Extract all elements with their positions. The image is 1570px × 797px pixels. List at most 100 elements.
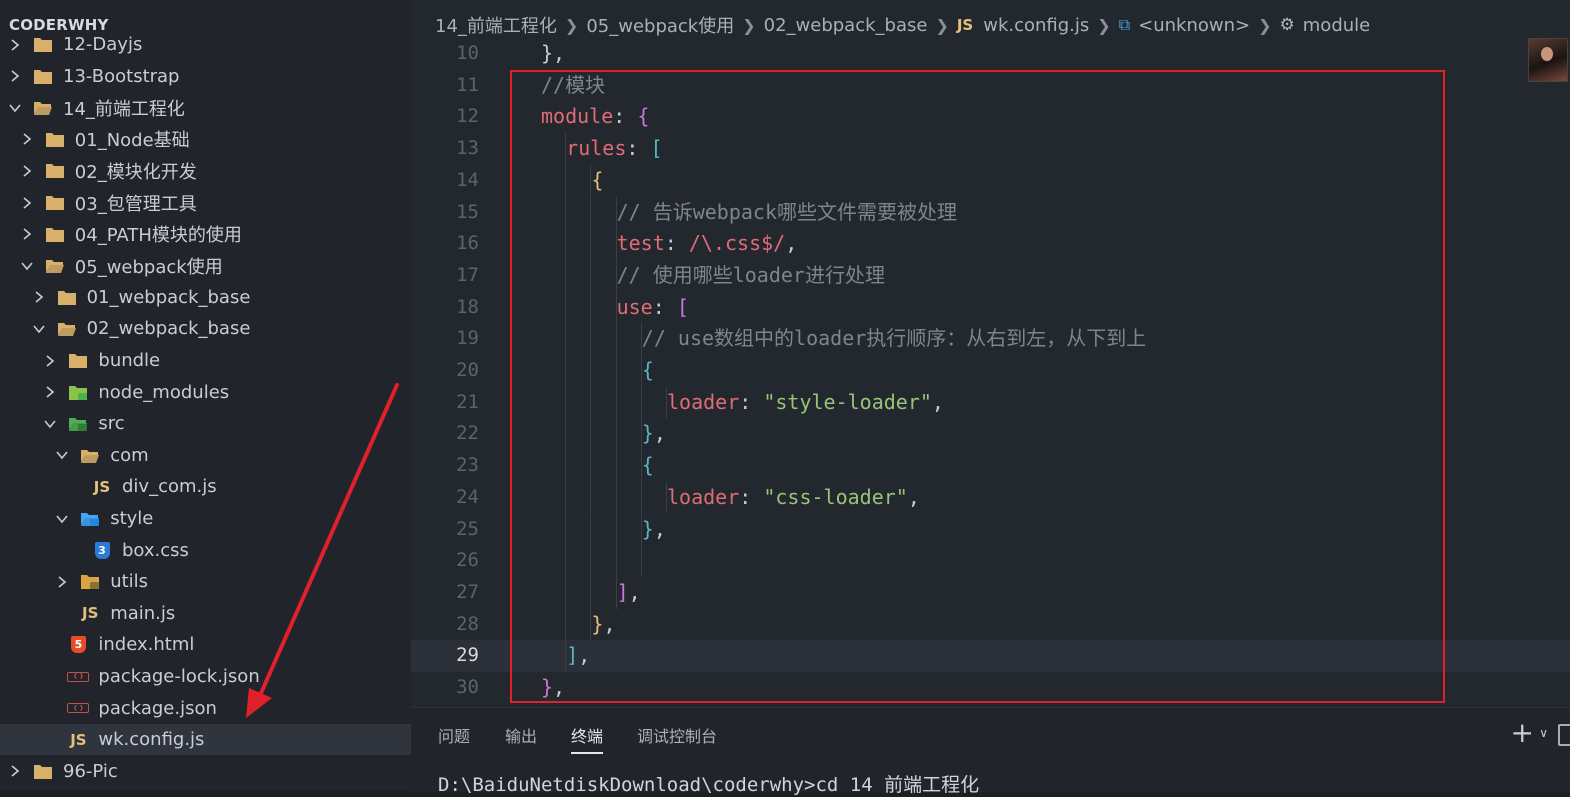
tree-item[interactable]: com (0, 440, 411, 471)
chevron-right-icon[interactable] (43, 354, 57, 368)
code-line[interactable]: 15 // 告诉webpack哪些文件需要被处理 (411, 196, 1570, 229)
code-line[interactable]: 22}, (411, 418, 1570, 451)
code-token: /\.css$/ (688, 231, 786, 256)
explorer-title: CODERWHY (9, 16, 109, 34)
chevron-right-icon[interactable] (8, 69, 22, 83)
tree-item[interactable]: JS wk.config.js (0, 724, 411, 756)
code-token: }, (541, 41, 566, 65)
tree-item[interactable]: 03_包管理工具 (0, 187, 411, 218)
chevron-down-icon[interactable] (43, 417, 57, 431)
chevron-down-icon[interactable] (8, 101, 22, 115)
tree-item[interactable]: { } package-lock.json (0, 661, 411, 692)
code-line[interactable]: 14 { (411, 164, 1570, 197)
code-line[interactable]: 13 rules: [ (411, 133, 1570, 165)
breadcrumb-item[interactable]: 05_webpack使用 (586, 12, 734, 38)
line-number: 27 (456, 580, 479, 603)
code-line[interactable]: 18 use: [ (411, 291, 1570, 324)
tree-item[interactable]: 5 index.html (0, 629, 411, 660)
code-text: { (591, 165, 603, 197)
split-terminal-icon[interactable] (1558, 724, 1570, 746)
tree-item[interactable]: style (0, 503, 411, 534)
breadcrumb-symbol[interactable]: <unknown> (1138, 15, 1250, 36)
tree-item[interactable]: 96-Pic (0, 756, 411, 787)
code-line[interactable]: 26 (411, 545, 1570, 577)
chevron-right-icon[interactable] (20, 227, 34, 241)
code-line[interactable]: 16 test: /\.css$/, (411, 228, 1570, 260)
code-line[interactable]: 12 module: { (411, 101, 1570, 133)
chevron-right-icon[interactable] (32, 290, 46, 304)
tree-item[interactable]: src (0, 408, 411, 439)
chevron-right-icon[interactable] (55, 575, 69, 589)
chevron-right-icon[interactable] (20, 132, 34, 146)
tree-item[interactable]: 14_前端工程化 (0, 92, 411, 123)
tab-problems[interactable]: 问题 (438, 723, 470, 747)
code-editor[interactable]: 14_前端工程化 ❯ 05_webpack使用 ❯ 02_webpack_bas… (411, 0, 1570, 707)
code-token: loader (667, 389, 740, 414)
indent-guide (590, 576, 592, 609)
code-token: { (637, 104, 650, 129)
code-line[interactable]: 28}, (411, 608, 1570, 641)
terminal-output[interactable]: D:\BaiduNetdiskDownload\coderwhy>cd 14 前… (438, 770, 979, 797)
chevron-right-icon[interactable] (8, 38, 22, 52)
code-line[interactable]: 30}, (411, 672, 1570, 704)
code-line[interactable]: 25}, (411, 513, 1570, 546)
code-token: : (739, 484, 764, 509)
tree-item[interactable]: 3 box.css (0, 535, 411, 566)
code-line[interactable]: 29], (411, 640, 1570, 672)
tab-output[interactable]: 输出 (505, 723, 537, 747)
code-line[interactable]: 20 { (411, 355, 1570, 387)
code-line[interactable]: 23 { (411, 450, 1570, 482)
breadcrumb-file[interactable]: wk.config.js (983, 15, 1089, 36)
tree-item[interactable]: 04_PATH模块的使用 (0, 219, 411, 250)
tab-terminal[interactable]: 终端 (571, 723, 604, 754)
chevron-down-icon[interactable] (55, 448, 69, 462)
code-text: }, (642, 418, 666, 450)
indent-guide (590, 545, 592, 577)
indent-guide (615, 450, 617, 482)
indent-guide (590, 450, 592, 482)
chevron-down-icon[interactable] (20, 259, 34, 273)
breadcrumb-item[interactable]: 02_webpack_base (764, 15, 928, 36)
tree-item[interactable]: 05_webpack使用 (0, 250, 411, 281)
breadcrumb-symbol[interactable]: module (1303, 15, 1370, 36)
tree-item[interactable]: bundle (0, 345, 411, 376)
indent-guide (615, 513, 617, 546)
chevron-down-icon[interactable] (32, 322, 46, 336)
indent-guide (615, 545, 617, 577)
code-line[interactable]: 17 // 使用哪些loader进行处理 (411, 259, 1570, 292)
tab-debug-console[interactable]: 调试控制台 (637, 723, 717, 747)
chevron-right-icon[interactable] (8, 764, 22, 778)
folder-icon (32, 762, 54, 780)
code-token: { (641, 453, 654, 478)
tree-item[interactable]: 01_webpack_base (0, 282, 411, 313)
breadcrumb-item[interactable]: 14_前端工程化 (435, 12, 557, 38)
code-token: } (641, 421, 654, 446)
tree-item[interactable]: 02_webpack_base (0, 313, 411, 344)
tree-item[interactable]: 13-Bootstrap (0, 61, 411, 92)
chevron-down-icon[interactable] (55, 512, 69, 526)
indent-guide (590, 228, 592, 260)
code-line[interactable]: 10}, (411, 38, 1570, 70)
tree-item[interactable]: 02_模块化开发 (0, 155, 411, 186)
tree-item[interactable]: node_modules (0, 377, 411, 408)
code-line[interactable]: 24 loader: "css-loader", (411, 481, 1570, 514)
tree-item[interactable]: JS div_com.js (0, 471, 411, 502)
code-line[interactable]: 19 // use数组中的loader执行顺序：从右到左，从下到上 (411, 323, 1570, 355)
code-line[interactable]: 21 loader: "style-loader", (411, 386, 1570, 419)
code-token: , (653, 516, 666, 541)
code-line[interactable]: 27], (411, 576, 1570, 609)
code-line[interactable]: 11 //模块 (411, 70, 1570, 102)
chevron-right-icon[interactable] (20, 164, 34, 178)
tree-item[interactable]: JS main.js (0, 598, 411, 629)
new-terminal-button[interactable]: + (1511, 716, 1534, 749)
code-text: }, (642, 514, 666, 546)
chevron-right-icon[interactable] (43, 385, 57, 399)
chevron-right-icon[interactable] (20, 196, 34, 210)
tree-item-label: bundle (98, 350, 161, 371)
explorer-sidebar: CODERWHY 12-Dayjs 13-Bootstrap 14_前端工程化 01_… (0, 0, 411, 791)
tree-item[interactable]: { } package.json (0, 693, 411, 724)
tree-item[interactable]: 01_Node基础 (0, 124, 411, 155)
chevron-down-icon[interactable]: ∨ (1539, 726, 1548, 740)
tree-item[interactable]: utils (0, 566, 411, 597)
indent-guide (615, 355, 617, 387)
